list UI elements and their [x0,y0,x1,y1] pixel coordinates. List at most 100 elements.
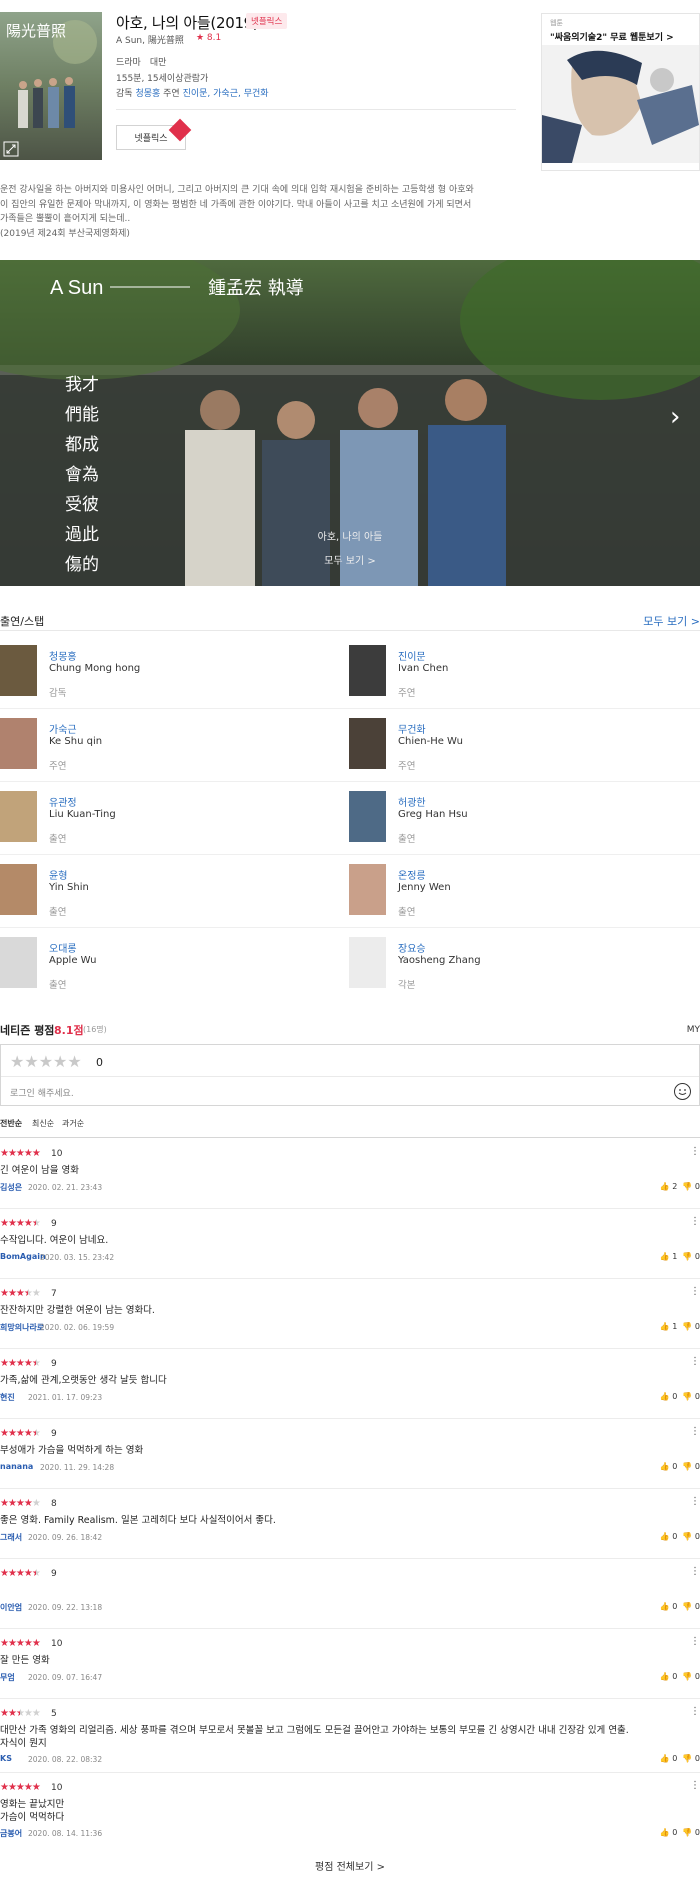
ad-title[interactable]: "싸움의기술2" 무료 웹툰보기 > [542,28,699,45]
cast-name-ko[interactable]: 오대롱 [49,940,77,955]
dislike-icon[interactable]: 👎 [682,1602,692,1611]
cast-row-divider [0,781,700,782]
like-icon[interactable]: 👍 [660,1252,670,1261]
emoji-icon[interactable] [674,1083,691,1100]
cast-name-ko[interactable]: 온정릉 [398,867,426,882]
review-date: 2020. 09. 22. 13:18 [28,1603,103,1612]
cast-links[interactable]: 진이문, 가숙근, 무건화 [183,89,269,99]
dislike-icon[interactable]: 👎 [682,1252,692,1261]
cast-name-ko[interactable]: 윤형 [49,867,67,882]
like-icon[interactable]: 👍 [660,1182,670,1191]
still-see-all[interactable]: 모두 보기 > [0,552,700,567]
cast-card[interactable]: 장요승 Yaosheng Zhang 각본 [349,928,689,1001]
cast-role: 출연 [49,834,67,845]
cast-see-all-link[interactable]: 모두 보기 > [643,613,700,629]
dislike-icon[interactable]: 👎 [682,1462,692,1471]
cast-name-ko[interactable]: 청몽홍 [49,648,77,663]
avatar[interactable] [0,864,37,915]
avatar[interactable] [349,718,386,769]
more-options-icon[interactable]: ⋮ [690,1706,700,1717]
review-user[interactable]: 희망의나라로 [0,1322,44,1333]
cast-name-ko[interactable]: 가숙근 [49,721,77,736]
like-icon[interactable]: 👍 [660,1322,670,1331]
cast-card[interactable]: 온정릉 Jenny Wen 출연 [349,855,689,928]
more-options-icon[interactable]: ⋮ [690,1496,700,1507]
avatar[interactable] [0,791,37,842]
cast-card[interactable]: 유관정 Liu Kuan-Ting 출연 [0,782,340,855]
synopsis-festival: (2019년 제24회 부산국제영화제) [0,228,130,239]
webtoon-ad[interactable]: 웹툰 "싸움의기술2" 무료 웹툰보기 > [541,13,700,171]
more-options-icon[interactable]: ⋮ [690,1780,700,1791]
director-link[interactable]: 청몽홍 [135,89,160,99]
dislike-icon[interactable]: 👎 [682,1392,692,1401]
synopsis: 운전 강사일을 하는 아버지와 미용사인 어머니, 그리고 아버지의 큰 기대 … [0,183,520,241]
sort-best[interactable]: 전반순 [0,1118,22,1129]
review-user[interactable]: 그래서 [0,1532,22,1543]
like-icon[interactable]: 👍 [660,1602,670,1611]
review-votes: 👍 0 👎 0 [660,1392,700,1401]
review-user[interactable]: 이안엄 [0,1602,22,1613]
comment-input[interactable]: 로그인 해주세요. [10,1086,74,1099]
review-text: 대만산 가족 영화의 리얼리즘. 세상 풍파를 겪으며 부모로서 못볼꼴 보고 … [0,1725,629,1749]
more-options-icon[interactable]: ⋮ [690,1216,700,1227]
like-icon[interactable]: 👍 [660,1828,670,1837]
cast-name-ko[interactable]: 장요승 [398,940,426,955]
cast-card[interactable]: 무건화 Chien-He Wu 주연 [349,709,689,782]
like-icon[interactable]: 👍 [660,1462,670,1471]
review-user[interactable]: 김성은 [0,1182,22,1193]
cast-card[interactable]: 오대롱 Apple Wu 출연 [0,928,340,1001]
avatar[interactable] [349,864,386,915]
review-user[interactable]: 현진 [0,1392,15,1403]
avatar[interactable] [0,718,37,769]
all-reviews-link[interactable]: 평점 전체보기 > [0,1858,700,1873]
like-icon[interactable]: 👍 [660,1532,670,1541]
like-count: 0 [672,1672,678,1681]
avatar[interactable] [349,645,386,696]
dislike-icon[interactable]: 👎 [682,1828,692,1837]
more-options-icon[interactable]: ⋮ [690,1566,700,1577]
avatar[interactable] [0,645,37,696]
dislike-icon[interactable]: 👎 [682,1754,692,1763]
like-icon[interactable]: 👍 [660,1392,670,1401]
rate-box [0,1044,700,1106]
star-rating-input[interactable]: ★★★★★ [10,1052,82,1071]
avatar[interactable] [349,937,386,988]
sort-oldest[interactable]: 과거순 [62,1118,84,1129]
sort-newest[interactable]: 최신순 [32,1118,54,1129]
avatar[interactable] [0,937,37,988]
cast-name-ko[interactable]: 유관정 [49,794,77,809]
review-user[interactable]: KS [0,1754,12,1763]
review-score: 10 [51,1783,63,1793]
more-options-icon[interactable]: ⋮ [690,1286,700,1297]
like-icon[interactable]: 👍 [660,1754,670,1763]
section-divider [0,630,700,631]
dislike-icon[interactable]: 👎 [682,1672,692,1681]
cast-card[interactable]: 가숙근 Ke Shu qin 주연 [0,709,340,782]
dislike-count: 0 [694,1754,700,1763]
dislike-icon[interactable]: 👎 [682,1322,692,1331]
next-arrow-icon[interactable]: › [670,402,680,432]
cast-card[interactable]: 청몽홍 Chung Mong hong 감독 [0,636,340,709]
director-label: 감독 [116,89,133,99]
cast-name-en: Yaosheng Zhang [398,955,481,966]
like-icon[interactable]: 👍 [660,1672,670,1681]
review-user[interactable]: 금봉어 [0,1828,22,1839]
more-options-icon[interactable]: ⋮ [690,1426,700,1437]
cast-name-ko[interactable]: 무건화 [398,721,426,736]
review-user[interactable]: nanana [0,1462,33,1471]
cast-name-ko[interactable]: 허광한 [398,794,426,809]
cast-name-ko[interactable]: 진이문 [398,648,426,663]
more-options-icon[interactable]: ⋮ [690,1146,700,1157]
my-tab[interactable]: MY [687,1025,700,1035]
more-options-icon[interactable]: ⋮ [690,1356,700,1367]
avatar[interactable] [349,791,386,842]
review-user[interactable]: 무엄 [0,1672,15,1683]
cast-card[interactable]: 윤형 Yin Shin 출연 [0,855,340,928]
movie-poster[interactable]: 陽光普照 [0,12,102,160]
review-user[interactable]: BomAgain [0,1252,46,1261]
more-options-icon[interactable]: ⋮ [690,1636,700,1647]
dislike-icon[interactable]: 👎 [682,1532,692,1541]
dislike-icon[interactable]: 👎 [682,1182,692,1191]
cast-card[interactable]: 허광한 Greg Han Hsu 출연 [349,782,689,855]
cast-card[interactable]: 진이문 Ivan Chen 주연 [349,636,689,709]
